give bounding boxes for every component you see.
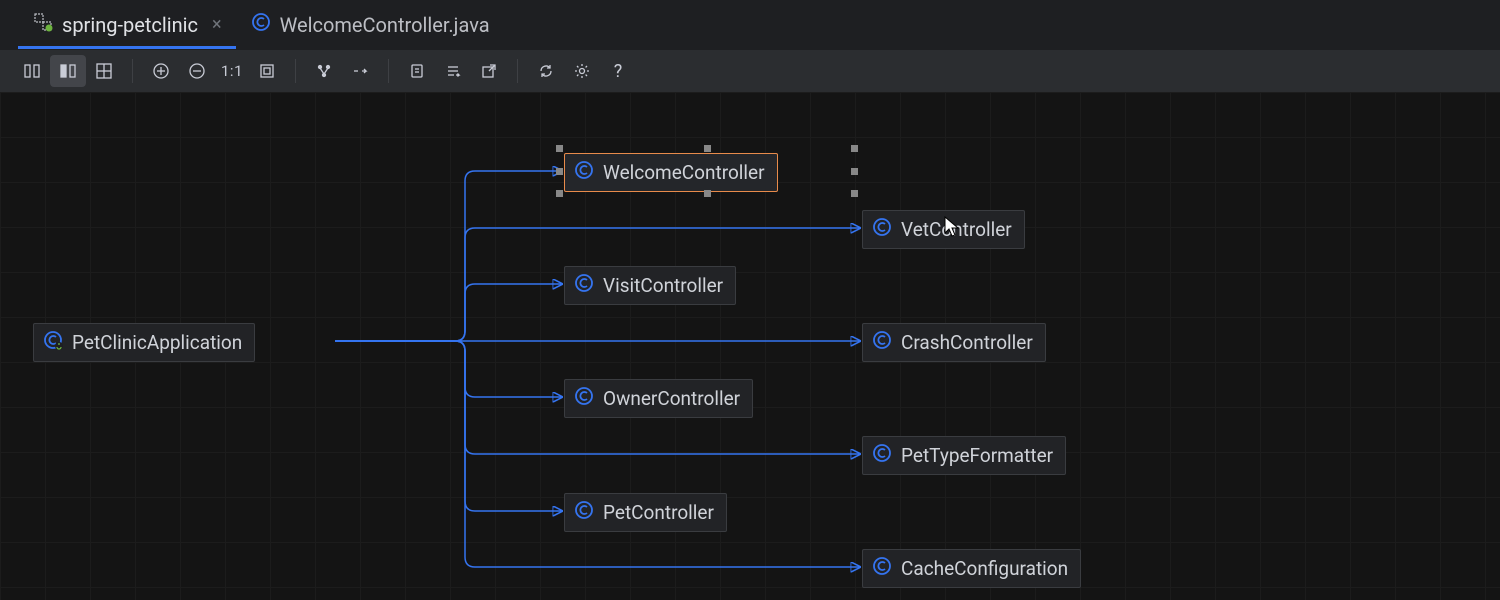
node-label: WelcomeController — [603, 161, 765, 184]
refresh-icon[interactable] — [528, 55, 564, 87]
tab-file[interactable]: WelcomeController.java — [236, 0, 504, 49]
node-welcome-controller[interactable]: WelcomeController — [564, 153, 778, 192]
node-label: CacheConfiguration — [901, 557, 1068, 580]
project-icon — [32, 11, 54, 38]
diagram-toolbar: 1:1 ? — [0, 50, 1500, 92]
class-icon — [573, 159, 595, 186]
separator — [295, 59, 296, 83]
close-icon[interactable]: × — [212, 14, 222, 35]
layout-grid-icon[interactable] — [86, 55, 122, 87]
class-icon — [871, 555, 893, 582]
zoom-in-icon[interactable] — [143, 55, 179, 87]
zoom-reset[interactable]: 1:1 — [215, 62, 249, 80]
node-pet-controller[interactable]: PetController — [564, 493, 727, 532]
export-icon[interactable] — [471, 55, 507, 87]
class-icon — [42, 329, 64, 356]
node-label: VisitController — [603, 274, 723, 297]
tab-label: WelcomeController.java — [280, 13, 490, 37]
node-cache-configuration[interactable]: CacheConfiguration — [862, 549, 1081, 588]
node-crash-controller[interactable]: CrashController — [862, 323, 1046, 362]
node-visit-controller[interactable]: VisitController — [564, 266, 736, 305]
node-label: OwnerController — [603, 387, 740, 410]
settings-icon[interactable] — [564, 55, 600, 87]
class-icon — [573, 499, 595, 526]
apply-layout-icon[interactable] — [306, 55, 342, 87]
node-label: PetController — [603, 501, 714, 524]
class-icon — [871, 329, 893, 356]
class-icon — [250, 11, 272, 38]
node-label: CrashController — [901, 331, 1033, 354]
zoom-out-icon[interactable] — [179, 55, 215, 87]
node-petclinic-application[interactable]: PetClinicApplication — [33, 323, 255, 362]
class-icon — [573, 272, 595, 299]
help-icon[interactable]: ? — [600, 55, 636, 87]
separator — [388, 59, 389, 83]
layout-split-icon[interactable] — [50, 55, 86, 87]
fit-content-icon[interactable] — [249, 55, 285, 87]
show-dependencies-icon[interactable] — [435, 55, 471, 87]
editor-tabs: spring-petclinic × WelcomeController.jav… — [0, 0, 1500, 50]
show-categories-icon[interactable] — [399, 55, 435, 87]
tab-project[interactable]: spring-petclinic × — [18, 0, 236, 49]
node-label: PetClinicApplication — [72, 331, 242, 354]
tab-label: spring-petclinic — [62, 13, 198, 37]
class-icon — [871, 216, 893, 243]
layout-columns-icon[interactable] — [14, 55, 50, 87]
separator — [132, 59, 133, 83]
node-owner-controller[interactable]: OwnerController — [564, 379, 753, 418]
class-icon — [871, 442, 893, 469]
route-edges-icon[interactable] — [342, 55, 378, 87]
class-icon — [573, 385, 595, 412]
node-pet-type-formatter[interactable]: PetTypeFormatter — [862, 436, 1066, 475]
separator — [517, 59, 518, 83]
diagram-canvas[interactable]: PetClinicApplication WelcomeController V… — [0, 92, 1500, 600]
node-label: VetController — [901, 218, 1012, 241]
node-vet-controller[interactable]: VetController — [862, 210, 1025, 249]
node-label: PetTypeFormatter — [901, 444, 1053, 467]
